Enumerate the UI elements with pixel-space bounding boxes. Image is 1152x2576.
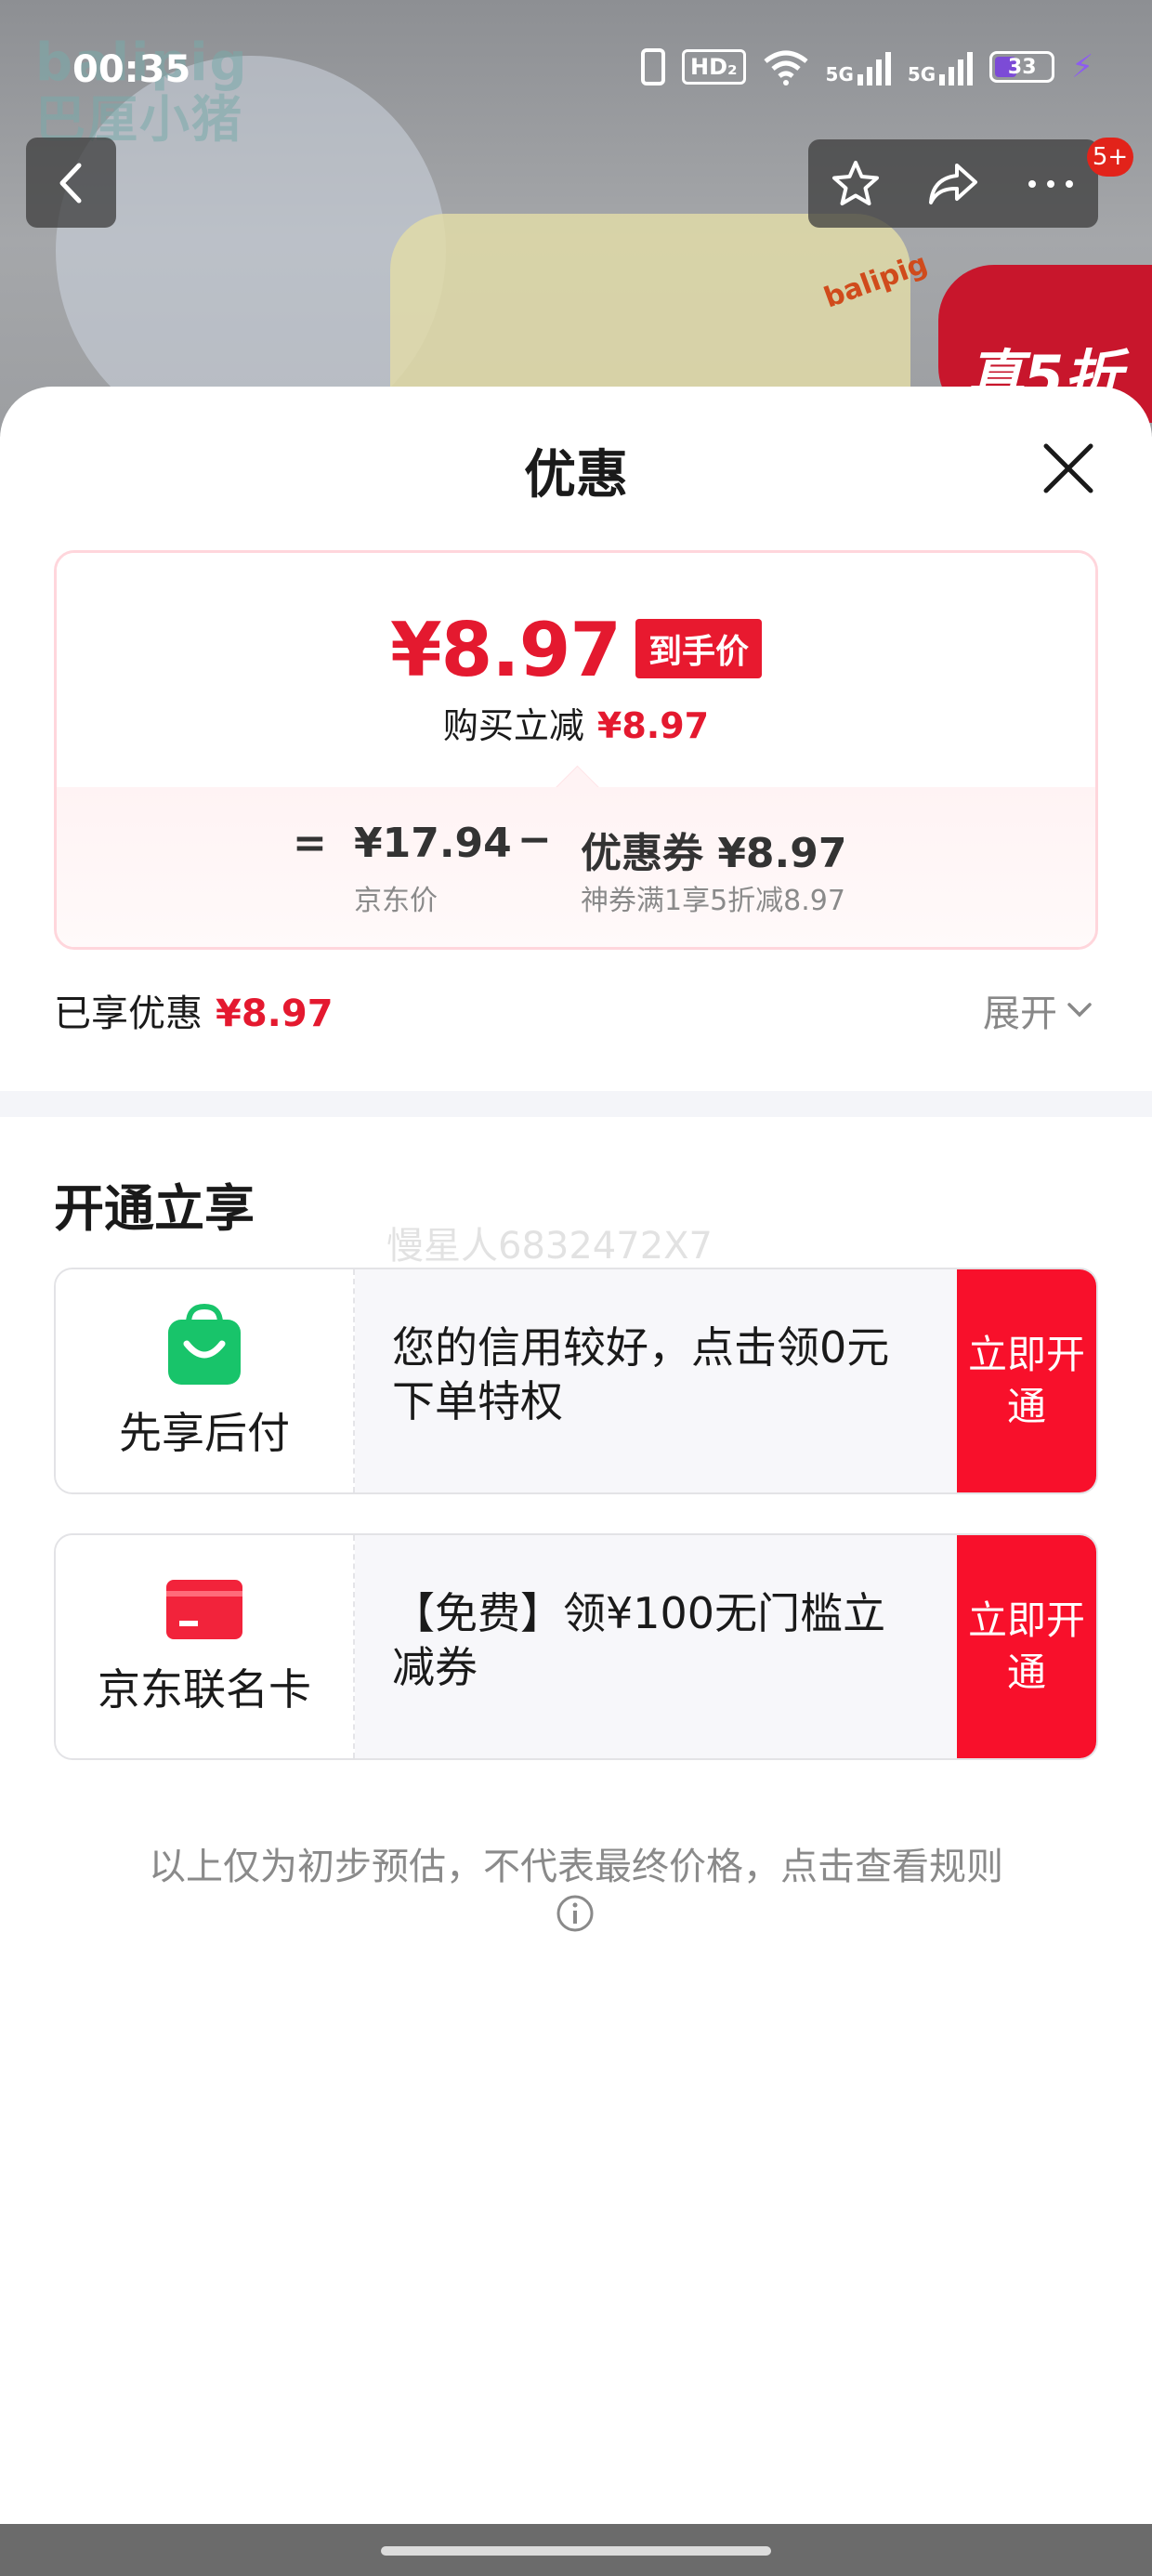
offer-card-pay-later[interactable]: 先享后付 您的信用较好，点击领0元下单特权 立即开通	[54, 1268, 1098, 1494]
offer-brand: 京东联名卡	[56, 1535, 355, 1758]
expand-button[interactable]: 展开	[983, 983, 1093, 1037]
expand-label: 展开	[983, 992, 1057, 1035]
enjoyed-discount: 已享优惠 ¥8.97	[54, 983, 334, 1037]
credit-card-icon	[166, 1580, 242, 1639]
signal-icon: 5G	[826, 48, 891, 85]
status-icons: HD₂ 5G 5G 33 ⚡	[641, 48, 1093, 85]
activate-button[interactable]: 立即开通	[957, 1269, 1096, 1492]
section-divider	[0, 1091, 1152, 1117]
top-actions	[808, 139, 1098, 228]
offer-description: 【免费】领¥100无门槛立减券	[392, 1588, 886, 1692]
activate-button[interactable]: 立即开通	[957, 1535, 1096, 1758]
close-icon[interactable]	[1041, 440, 1096, 496]
share-icon[interactable]	[925, 158, 981, 210]
offer-name: 京东联名卡	[98, 1664, 311, 1715]
instant-discount: 购买立减 ¥8.97	[57, 697, 1095, 748]
coupon-amount: 优惠券 ¥8.97	[581, 830, 847, 877]
system-navigation-bar	[0, 2524, 1152, 2576]
offer-name: 先享后付	[119, 1408, 290, 1458]
equals-sign: =	[293, 820, 327, 867]
chevron-left-icon	[59, 163, 81, 203]
status-time: 00:35	[72, 48, 191, 91]
hd-icon: HD₂	[682, 49, 746, 85]
message-badge: 5+	[1087, 138, 1133, 177]
info-icon[interactable]	[556, 1894, 595, 1933]
discount-sheet: 优惠 ¥8.97 到手价 购买立减 ¥8.97 = ¥17.94 京东价 − 优惠…	[0, 387, 1152, 2524]
minus-sign: −	[517, 816, 552, 863]
more-icon[interactable]	[1025, 175, 1077, 193]
chevron-down-icon	[1067, 1003, 1092, 1018]
final-price-tag: 到手价	[635, 619, 763, 678]
price-breakdown-card: ¥8.97 到手价 购买立减 ¥8.97 = ¥17.94 京东价 − 优惠券 ¥…	[54, 550, 1098, 950]
wifi-icon	[763, 50, 808, 85]
offer-description: 您的信用较好，点击领0元下单特权	[392, 1322, 890, 1426]
final-price-row: ¥8.97 到手价	[57, 607, 1095, 693]
jd-price-label: 京东价	[354, 885, 438, 917]
signal-icon: 5G	[908, 48, 974, 85]
shopping-bag-icon	[168, 1303, 241, 1385]
charging-icon: ⚡	[1071, 48, 1094, 85]
offer-card-jd-card[interactable]: 京东联名卡 【免费】领¥100无门槛立减券 立即开通	[54, 1533, 1098, 1760]
enjoyed-discount-value: ¥8.97	[216, 992, 334, 1035]
battery-icon: 33	[989, 51, 1055, 83]
enjoyed-discount-label: 已享优惠	[54, 992, 203, 1035]
sheet-title: 优惠	[524, 445, 628, 506]
jd-price: ¥17.94	[354, 820, 512, 867]
coupon-description: 神券满1享5折减8.97	[581, 885, 845, 917]
home-indicator[interactable]	[381, 2546, 771, 2556]
back-button[interactable]	[26, 138, 116, 228]
disclaimer-text[interactable]: 以上仅为初步预估，不代表最终价格，点击查看规则	[0, 1836, 1152, 1890]
status-bar: 00:35 HD₂ 5G 5G 33 ⚡	[0, 0, 1152, 139]
price-calculation: = ¥17.94 京东价 − 优惠券 ¥8.97 神券满1享5折减8.97	[57, 787, 1095, 947]
final-price: ¥8.97	[389, 607, 622, 693]
offer-brand: 先享后付	[56, 1269, 355, 1492]
star-icon[interactable]	[830, 158, 882, 210]
vibrate-icon	[641, 48, 665, 85]
instant-discount-value: ¥8.97	[596, 705, 710, 746]
section-title: 开通立享	[54, 1179, 255, 1238]
watermark: 慢星人6832472X7	[386, 1225, 713, 1268]
instant-discount-label: 购买立减	[442, 705, 584, 746]
